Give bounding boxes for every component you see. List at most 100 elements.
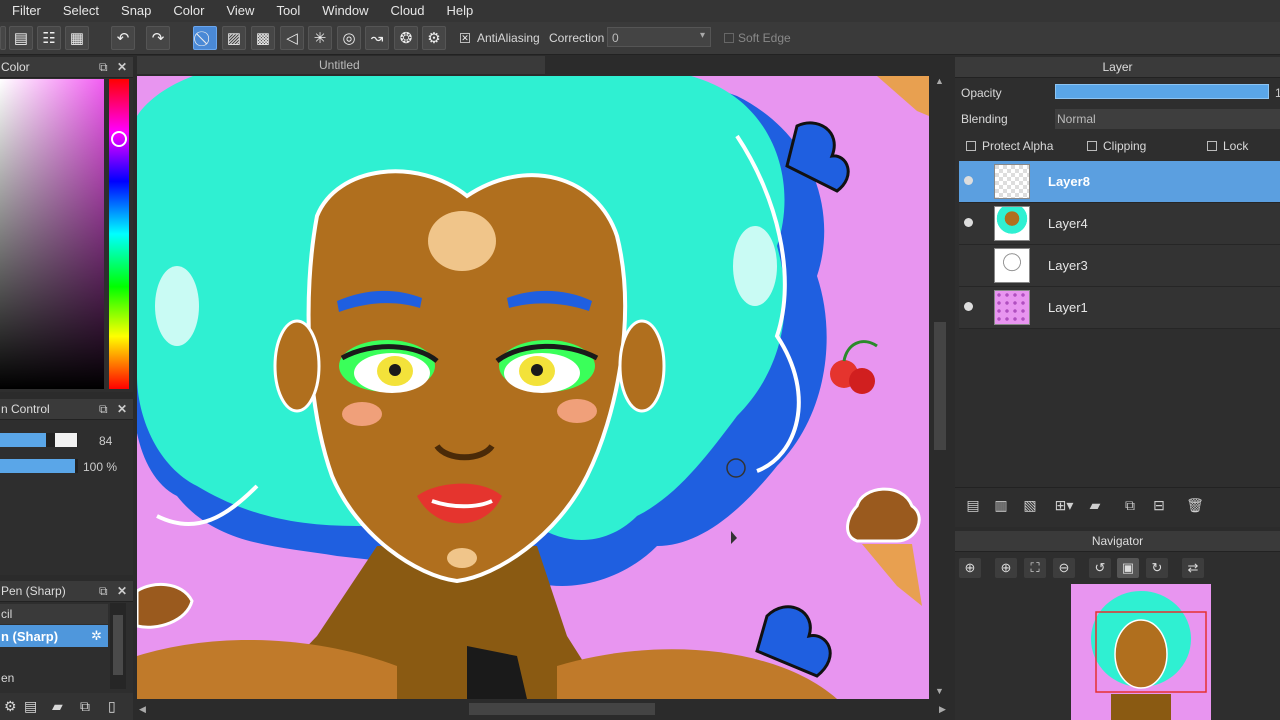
- new-file-icon[interactable]: ▤: [9, 26, 33, 50]
- menu-select[interactable]: Select: [52, 0, 110, 22]
- grid-snap-icon[interactable]: ▩: [251, 26, 275, 50]
- brush-opacity-fill: [0, 459, 75, 473]
- menu-bar: Filter Select Snap Color View Tool Windo…: [0, 0, 1280, 22]
- delete-icon[interactable]: ▯: [108, 698, 116, 715]
- duplicate-layer-icon[interactable]: ⧉: [1120, 495, 1140, 515]
- hue-slider[interactable]: [109, 79, 129, 389]
- menu-cloud[interactable]: Cloud: [380, 0, 436, 22]
- protect-alpha-checkbox[interactable]: [966, 141, 976, 151]
- scroll-down-icon[interactable]: ▼: [935, 686, 944, 696]
- visibility-icon[interactable]: [964, 176, 973, 185]
- vanishing-point-snap-icon[interactable]: ◁: [280, 26, 304, 50]
- close-icon[interactable]: ✕: [117, 57, 127, 77]
- document-tab[interactable]: Untitled: [137, 56, 545, 74]
- parallel-snap-icon[interactable]: ▨: [222, 26, 246, 50]
- layer-thumbnail: [994, 248, 1030, 283]
- scrollbar-thumb[interactable]: [113, 615, 123, 675]
- zoom-out-icon[interactable]: ⊖: [1053, 558, 1075, 578]
- layer-thumbnail: [994, 164, 1030, 199]
- snap-off-icon[interactable]: ⃠: [193, 26, 217, 50]
- new-brush-icon[interactable]: ▤: [24, 698, 37, 715]
- saturation-value-picker[interactable]: [0, 79, 104, 389]
- perspective-snap-icon[interactable]: ❂: [394, 26, 418, 50]
- brush-item-pen-sharp[interactable]: n (Sharp) ✲: [0, 625, 108, 647]
- layer-row-layer3[interactable]: Layer3: [959, 245, 1280, 287]
- redo-icon[interactable]: ↷: [146, 26, 170, 50]
- menu-window[interactable]: Window: [311, 0, 379, 22]
- brush-settings-icon[interactable]: ⚙: [4, 698, 17, 715]
- fit-screen-icon[interactable]: ⛶: [1024, 558, 1046, 578]
- brush-size-handle[interactable]: [55, 433, 77, 447]
- menu-tool[interactable]: Tool: [265, 0, 311, 22]
- folder-icon[interactable]: ▰: [52, 698, 63, 715]
- scroll-left-icon[interactable]: ◀: [139, 704, 146, 715]
- canvas-horizontal-scrollbar[interactable]: ◀ ▶: [137, 699, 951, 720]
- visibility-icon[interactable]: [964, 218, 973, 227]
- brush-item-pen[interactable]: en: [0, 668, 108, 688]
- visibility-icon[interactable]: [964, 302, 973, 311]
- duplicate-icon[interactable]: ⧉: [80, 698, 90, 715]
- radial-snap-icon[interactable]: ✳: [308, 26, 332, 50]
- protect-alpha-label: Protect Alpha: [982, 139, 1054, 153]
- reset-view-icon[interactable]: ▣: [1117, 558, 1139, 578]
- lock-checkbox[interactable]: [1207, 141, 1217, 151]
- brush-size-slider[interactable]: [0, 433, 78, 447]
- canvas-vertical-scrollbar[interactable]: ▲ ▼: [929, 76, 951, 699]
- layer-row-layer1[interactable]: Layer1: [959, 287, 1280, 329]
- curve-snap-icon[interactable]: ↝: [365, 26, 389, 50]
- brush-item-pencil[interactable]: cil: [0, 604, 108, 624]
- undock-icon[interactable]: ⧉: [99, 399, 108, 419]
- antialiasing-checkbox[interactable]: ✕: [460, 33, 470, 43]
- brush-opacity-slider[interactable]: [0, 459, 78, 473]
- merge-layer-icon[interactable]: ⊟: [1149, 495, 1169, 515]
- layer-settings-icon[interactable]: ☷: [37, 26, 61, 50]
- new-halftone-layer-icon[interactable]: ▥: [991, 495, 1011, 515]
- antialiasing-label: AntiAliasing: [477, 31, 540, 45]
- undock-icon[interactable]: ⧉: [99, 581, 108, 601]
- brush-item-label: en: [1, 671, 15, 685]
- correction-select[interactable]: 0 ▾: [607, 27, 711, 47]
- gear-icon[interactable]: ✲: [91, 628, 102, 644]
- soft-edge-checkbox[interactable]: [724, 33, 734, 43]
- snap-settings-icon[interactable]: ⚙: [422, 26, 446, 50]
- menu-view[interactable]: View: [215, 0, 265, 22]
- blending-label: Blending: [961, 112, 1008, 126]
- layer-opacity-slider[interactable]: [1055, 84, 1269, 99]
- undock-icon[interactable]: ⧉: [99, 57, 108, 77]
- brush-list-scrollbar[interactable]: [110, 603, 126, 689]
- close-icon[interactable]: ✕: [117, 399, 127, 419]
- hue-handle[interactable]: [111, 131, 127, 147]
- blending-select[interactable]: Normal: [1055, 109, 1280, 129]
- menu-filter[interactable]: Filter: [0, 0, 52, 22]
- scroll-up-icon[interactable]: ▲: [935, 76, 944, 86]
- zoom-in-icon[interactable]: ⊕: [959, 558, 981, 578]
- folder-icon[interactable]: ▰: [1085, 495, 1105, 515]
- new-8bit-layer-icon[interactable]: ▧: [1020, 495, 1040, 515]
- delete-layer-icon[interactable]: 🗑: [1185, 495, 1205, 515]
- new-layer-icon[interactable]: ▤: [963, 495, 983, 515]
- menu-snap[interactable]: Snap: [110, 0, 162, 22]
- navigator-preview[interactable]: [1071, 584, 1211, 720]
- grid-layout-icon[interactable]: ▦: [65, 26, 89, 50]
- layer-name: Layer8: [1048, 174, 1090, 189]
- menu-color[interactable]: Color: [162, 0, 215, 22]
- layer-row-layer8[interactable]: Layer8: [959, 161, 1280, 203]
- drawing-canvas[interactable]: [137, 76, 929, 699]
- rotate-left-icon[interactable]: ↺: [1089, 558, 1111, 578]
- rotate-right-icon[interactable]: ↻: [1146, 558, 1168, 578]
- scrollbar-thumb[interactable]: [469, 703, 655, 715]
- add-layer-menu-icon[interactable]: ⊞▾: [1050, 495, 1078, 515]
- circle-snap-icon[interactable]: ◎: [337, 26, 361, 50]
- close-icon[interactable]: ✕: [117, 581, 127, 601]
- scrollbar-thumb[interactable]: [934, 322, 946, 450]
- scroll-right-icon[interactable]: ▶: [939, 704, 946, 715]
- blending-value: Normal: [1057, 112, 1096, 126]
- flip-icon[interactable]: ⇄: [1182, 558, 1204, 578]
- zoom-in-alt-icon[interactable]: ⊕: [995, 558, 1017, 578]
- menu-help[interactable]: Help: [436, 0, 485, 22]
- toolbar: ▤ ☷ ▦ ↶ ↷ ⃠ ▨ ▩ ◁ ✳ ◎ ↝ ❂ ⚙ ✕ AntiAliasi…: [0, 22, 1280, 55]
- layer-row-layer4[interactable]: Layer4: [959, 203, 1280, 245]
- toolbar-edge-button[interactable]: [0, 26, 6, 50]
- clipping-checkbox[interactable]: [1087, 141, 1097, 151]
- undo-icon[interactable]: ↶: [111, 26, 135, 50]
